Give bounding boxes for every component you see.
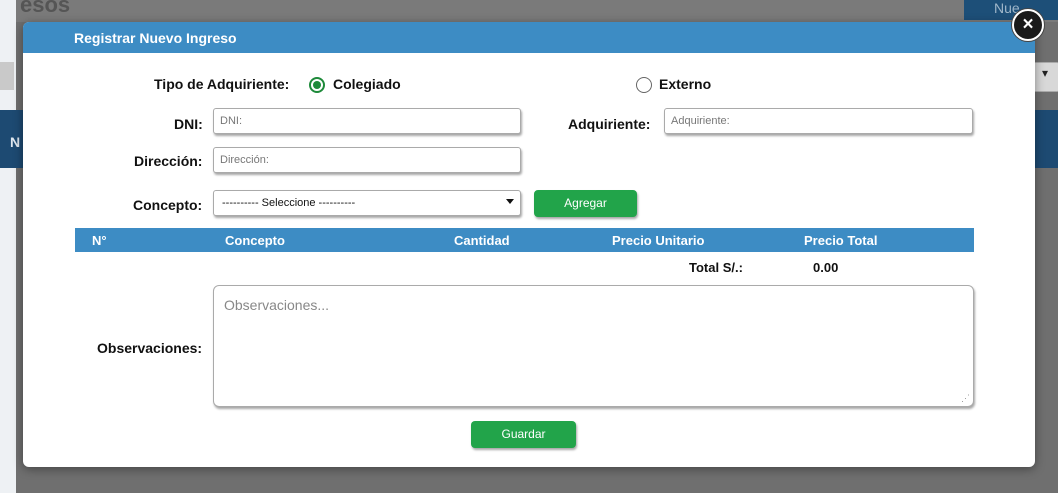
background-select-left bbox=[0, 62, 14, 90]
modal-title: Registrar Nuevo Ingreso bbox=[74, 30, 237, 46]
col-concepto: Concepto bbox=[225, 233, 285, 248]
dni-label: DNI: bbox=[174, 116, 203, 132]
background-band-letter: N bbox=[10, 134, 21, 150]
total-label: Total S/.: bbox=[689, 260, 743, 275]
col-precio-total: Precio Total bbox=[804, 233, 878, 248]
col-cantidad: Cantidad bbox=[454, 233, 510, 248]
background-new-button: Nue bbox=[964, 0, 1058, 20]
adquiriente-label: Adquiriente: bbox=[568, 116, 651, 132]
concepto-select[interactable]: ---------- Seleccione ---------- bbox=[213, 190, 521, 216]
background-select-arrow-icon: ▾ bbox=[1042, 66, 1049, 80]
concepto-select-value: ---------- Seleccione ---------- bbox=[222, 197, 356, 209]
chevron-down-icon bbox=[506, 199, 514, 204]
background-topbar bbox=[0, 0, 1058, 22]
agregar-button[interactable]: Agregar bbox=[534, 190, 637, 217]
radio-colegiado-label[interactable]: Colegiado bbox=[333, 76, 401, 92]
col-numero: N° bbox=[92, 233, 107, 248]
observaciones-textarea[interactable]: Observaciones... ⋰ bbox=[213, 285, 974, 407]
direccion-input[interactable] bbox=[213, 147, 521, 173]
registrar-ingreso-modal: Registrar Nuevo Ingreso Tipo de Adquirie… bbox=[23, 22, 1035, 467]
radio-externo-label[interactable]: Externo bbox=[659, 76, 711, 92]
total-value: 0.00 bbox=[813, 260, 839, 275]
tipo-adquiriente-label: Tipo de Adquiriente: bbox=[154, 76, 290, 92]
dni-input[interactable] bbox=[213, 108, 521, 134]
observaciones-label: Observaciones: bbox=[97, 340, 203, 356]
conceptos-table-header: N° Concepto Cantidad Precio Unitario Pre… bbox=[75, 228, 974, 252]
concepto-label: Concepto: bbox=[133, 197, 203, 213]
guardar-button[interactable]: Guardar bbox=[471, 421, 576, 448]
resize-grip-icon[interactable]: ⋰ bbox=[961, 393, 970, 404]
col-precio-unitario: Precio Unitario bbox=[612, 233, 705, 248]
close-icon[interactable]: × bbox=[1012, 9, 1044, 41]
radio-externo[interactable] bbox=[636, 77, 652, 93]
background-page-title: esos bbox=[20, 0, 71, 17]
observaciones-placeholder: Observaciones... bbox=[224, 297, 330, 313]
adquiriente-input[interactable] bbox=[664, 108, 973, 134]
direccion-label: Dirección: bbox=[134, 153, 203, 169]
modal-header: Registrar Nuevo Ingreso bbox=[23, 22, 1035, 53]
radio-colegiado[interactable] bbox=[309, 77, 325, 93]
